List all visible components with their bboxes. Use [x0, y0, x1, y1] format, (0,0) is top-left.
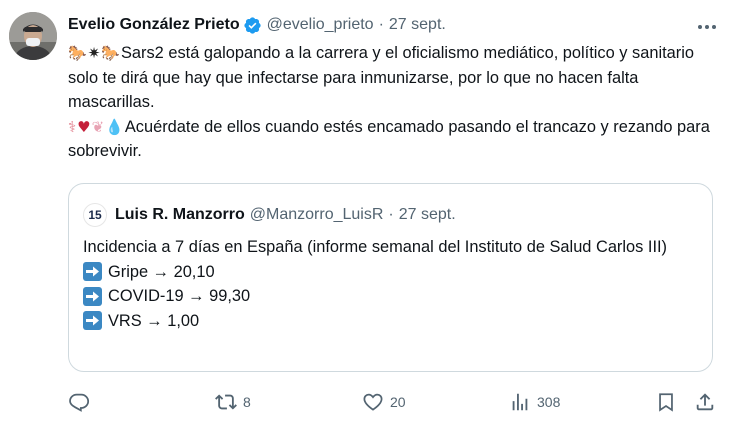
quoted-avatar[interactable]: 15	[83, 203, 107, 227]
heart-icon	[362, 391, 384, 413]
quoted-tweet-header: 15 Luis R. Manzorro @Manzorro_LuisR · 27…	[83, 203, 456, 227]
quoted-avatar-text: 15	[88, 208, 102, 222]
separator-dot: ·	[378, 16, 384, 33]
quoted-intro: Incidencia a 7 días en España (informe s…	[83, 238, 668, 256]
quoted-item-label: Gripe → 20,10	[108, 262, 215, 281]
share-button[interactable]	[694, 388, 716, 416]
reply-icon	[68, 391, 90, 413]
right-arrow-icon	[83, 286, 102, 306]
views-button[interactable]: 308	[509, 388, 560, 416]
tweet-line-2: Acuérdate de ellos cuando estés encamado…	[68, 117, 710, 161]
horse-emoji-icon: 🐎	[68, 44, 87, 62]
brain-emoji-icon: ❦	[91, 117, 105, 136]
tweet: Evelio González Prieto @evelio_prieto · …	[0, 0, 738, 432]
quoted-item-label: VRS → 1,00	[108, 311, 200, 330]
drop-of-blood-emoji-icon: 💧	[105, 117, 124, 136]
quoted-author-handle[interactable]: @Manzorro_LuisR	[250, 206, 384, 224]
retweet-icon	[215, 391, 237, 413]
quoted-timestamp: 27 sept.	[398, 206, 456, 223]
author-handle[interactable]: @evelio_prieto	[267, 16, 374, 34]
tweet-line-1: Sars2 está galopando a la carrera y el o…	[68, 44, 695, 111]
anatomical-heart-emoji-icon: ♥	[77, 117, 91, 136]
avatar[interactable]	[9, 12, 57, 60]
author-name[interactable]: Evelio González Prieto	[68, 16, 240, 34]
retweet-count: 8	[243, 394, 251, 410]
right-arrow-icon	[83, 262, 102, 282]
more-options-icon[interactable]	[695, 17, 719, 37]
bookmark-button[interactable]	[655, 388, 677, 416]
quoted-item-label: COVID-19 → 99,30	[108, 287, 251, 305]
bookmark-icon	[655, 391, 677, 413]
tweet-text: 🐎✷🐎Sars2 está galopando a la carrera y e…	[68, 41, 728, 164]
right-arrow-icon	[83, 311, 102, 331]
views-chart-icon	[509, 391, 531, 413]
lungs-emoji-icon: ⚕	[68, 117, 77, 136]
quoted-tweet-text: Incidencia a 7 días en España (informe s…	[83, 235, 703, 333]
horse-emoji-icon: 🐎	[101, 44, 120, 62]
quoted-author-name[interactable]: Luis R. Manzorro	[115, 206, 245, 224]
retweet-button[interactable]: 8	[215, 388, 251, 416]
like-count: 20	[390, 394, 406, 410]
share-icon	[694, 391, 716, 413]
timestamp[interactable]: 27 sept.	[389, 16, 446, 34]
views-count: 308	[537, 394, 561, 410]
list-item: COVID-19 → 99,30	[83, 284, 703, 309]
explosion-emoji-icon: ✷	[87, 44, 101, 62]
list-item: VRS → 1,00	[83, 309, 703, 334]
like-button[interactable]: 20	[362, 388, 406, 416]
tweet-paragraph-1: 🐎✷🐎Sars2 está galopando a la carrera y e…	[68, 41, 728, 115]
list-item: Gripe → 20,10	[83, 260, 703, 285]
quoted-tweet[interactable]: 15 Luis R. Manzorro @Manzorro_LuisR · 27…	[68, 183, 713, 372]
quoted-separator-dot: ·	[388, 206, 394, 223]
verified-badge-icon	[243, 16, 262, 35]
tweet-paragraph-2: ⚕♥❦💧Acuérdate de ellos cuando estés enca…	[68, 115, 728, 164]
reply-button[interactable]	[68, 388, 96, 416]
tweet-header: Evelio González Prieto @evelio_prieto · …	[68, 14, 446, 36]
action-bar: 8 20 308	[0, 388, 738, 416]
